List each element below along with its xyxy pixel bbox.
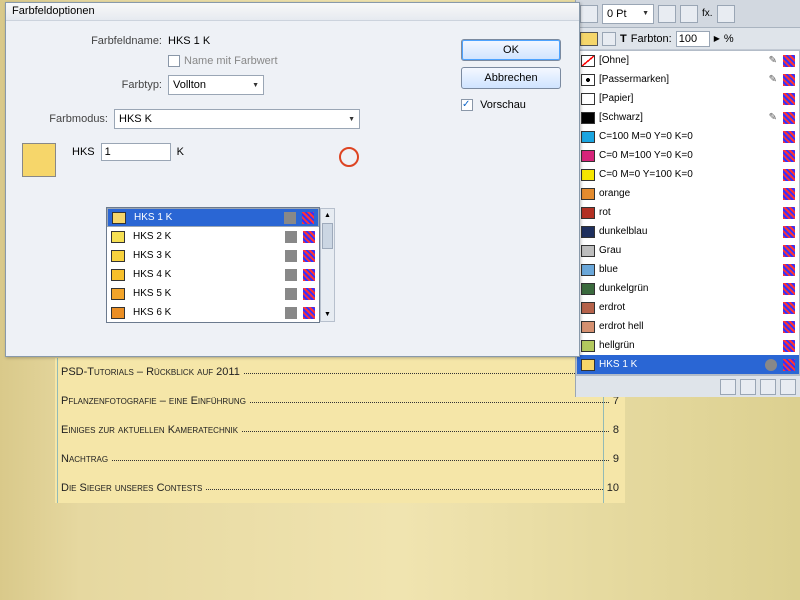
swatch-row[interactable]: Grau [577,241,799,260]
swatch-type-icon [783,55,795,67]
fx-label: fx. [702,8,713,19]
swatch-type-icon [783,188,795,200]
toolbar-icon[interactable] [717,5,735,23]
swatch-type-icon [783,150,795,162]
hks-number-input[interactable] [101,143,171,161]
highlight-circle [339,147,359,167]
swatch-row[interactable]: orange [577,184,799,203]
hks-list-item[interactable]: HKS 1 K [107,208,319,227]
swatch-type-icon [783,226,795,238]
toolbar-icon[interactable] [680,5,698,23]
swatch-row[interactable]: erdrot [577,298,799,317]
new-swatch-icon[interactable] [740,379,756,395]
name-with-value-checkbox[interactable] [168,55,180,67]
swatch-row[interactable]: blue [577,260,799,279]
color-preview-swatch [22,143,56,177]
swatch-row[interactable]: dunkelgrün [577,279,799,298]
swatch-row[interactable]: [Ohne]✎ [577,51,799,70]
tint-label: Farbton: [631,33,672,45]
swatch-type-icon [783,112,795,124]
hks-list-item[interactable]: HKS 4 K [107,265,319,284]
preview-checkbox[interactable] [461,99,473,111]
document-page: PSD-Tutorials – Rückblick auf 2011 6Pfla… [55,358,625,503]
swatch-row[interactable]: C=0 M=0 Y=100 K=0 [577,165,799,184]
panel-toolbar: 0 Pt▼ fx. [576,0,800,28]
swatch-filter-icon[interactable] [720,379,736,395]
preview-label: Vorschau [480,99,526,111]
lock-icon: ✎ [769,112,777,123]
ok-button[interactable]: OK [461,39,561,61]
color-type-select[interactable]: Vollton▼ [168,75,264,95]
hks-suffix: K [177,146,184,158]
swatch-options-dialog: Farbfeldoptionen OK Abbrechen Vorschau F… [5,2,580,357]
swatch-type-icon [783,74,795,86]
toc-entry: Einiges zur aktuellen Kameratechnik 8 [55,416,625,445]
hks-list-item[interactable]: HKS 3 K [107,246,319,265]
swatch-row[interactable]: dunkelblau [577,222,799,241]
delete-swatch-icon[interactable] [760,379,776,395]
swatch-row[interactable]: HKS 1 K [577,355,799,374]
swatch-row[interactable]: C=0 M=100 Y=0 K=0 [577,146,799,165]
swatch-type-icon [783,283,795,295]
hks-color-list[interactable]: HKS 1 KHKS 2 KHKS 3 KHKS 4 KHKS 5 KHKS 6… [106,207,320,323]
lock-icon: ✎ [769,74,777,85]
swatch-row[interactable]: [Papier] [577,89,799,108]
swatches-panel: 0 Pt▼ fx. T Farbton: 100 ▶ % [Ohne]✎[Pas… [575,0,800,397]
swatch-row[interactable]: erdrot hell [577,317,799,336]
more-icon[interactable] [780,379,796,395]
swatch-row[interactable]: [Schwarz]✎ [577,108,799,127]
swatch-type-icon [783,131,795,143]
color-mode-select[interactable]: HKS K▼ [114,109,360,129]
color-mode-label: Farbmodus: [22,113,108,125]
swatch-type-icon [783,245,795,257]
toolbar-icon[interactable] [658,5,676,23]
hks-list-scrollbar[interactable]: ▲ ▼ [320,208,335,322]
dialog-title: Farbfeldoptionen [6,3,579,21]
swatch-row[interactable]: C=100 M=0 Y=0 K=0 [577,127,799,146]
swatch-name-label: Farbfeldname: [22,35,162,47]
toc-entry: Nachtrag 9 [55,445,625,474]
swatch-panel-footer [576,375,800,397]
toc-entry: Die Sieger unseres Contests 10 [55,474,625,503]
swatch-type-icon [783,93,795,105]
toc-entry: PSD-Tutorials – Rückblick auf 2011 6 [55,358,625,387]
swatch-row[interactable]: rot [577,203,799,222]
swatch-type-icon [783,169,795,181]
swatch-type-icon [783,340,795,352]
swatch-type-icon [783,264,795,276]
swatch-type-icon [783,359,795,371]
swatch-sub-toolbar: T Farbton: 100 ▶ % [576,28,800,50]
swatch-row[interactable]: hellgrün [577,336,799,355]
hks-list-item[interactable]: HKS 6 K [107,303,319,322]
tint-input[interactable]: 100 [676,31,710,47]
swatch-type-icon [783,302,795,314]
hks-list-item[interactable]: HKS 2 K [107,227,319,246]
swatch-type-icon [783,321,795,333]
hks-label: HKS [72,146,95,158]
swatch-name-value: HKS 1 K [168,35,210,47]
stroke-weight-icon[interactable] [580,5,598,23]
stroke-weight-select[interactable]: 0 Pt▼ [602,4,654,24]
swatch-row[interactable]: [Passermarken]✎ [577,70,799,89]
lock-icon: ✎ [769,55,777,66]
container-text-toggle[interactable] [602,32,616,46]
color-type-label: Farbtyp: [22,79,162,91]
cancel-button[interactable]: Abbrechen [461,67,561,89]
fill-proxy-icon[interactable] [580,32,598,46]
swatch-type-icon [783,207,795,219]
swatch-list[interactable]: [Ohne]✎[Passermarken]✎[Papier][Schwarz]✎… [576,50,800,375]
name-with-value-label: Name mit Farbwert [184,55,278,67]
toc-entry: Pflanzenfotografie – eine Einführung 7 [55,387,625,416]
hks-list-item[interactable]: HKS 5 K [107,284,319,303]
